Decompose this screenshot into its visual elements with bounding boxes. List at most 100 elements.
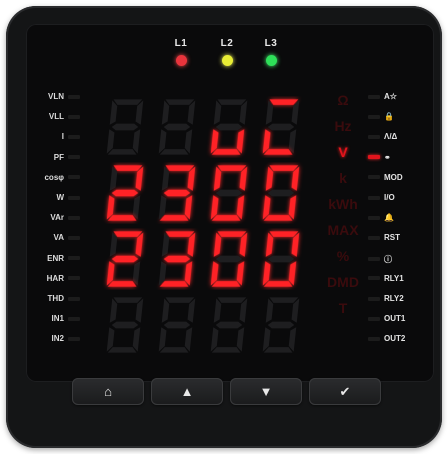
segment bbox=[159, 149, 189, 155]
function-label: 🔒 bbox=[368, 112, 428, 121]
param-indicator bbox=[68, 235, 80, 240]
param-label: VLL bbox=[30, 112, 80, 121]
param-label: THD bbox=[30, 294, 80, 303]
param-text: W bbox=[56, 193, 64, 202]
segment bbox=[211, 347, 241, 353]
param-indicator bbox=[68, 256, 80, 261]
phase-led-l3: L3 bbox=[256, 38, 286, 66]
segment bbox=[184, 195, 193, 220]
param-indicator bbox=[68, 155, 80, 160]
segment bbox=[236, 195, 245, 220]
segment bbox=[109, 100, 118, 125]
segment bbox=[288, 327, 297, 352]
param-text: VLL bbox=[48, 112, 64, 122]
segment bbox=[267, 123, 295, 131]
segment bbox=[263, 281, 293, 287]
enter-button[interactable]: ✔ bbox=[309, 378, 381, 405]
segment bbox=[163, 255, 191, 263]
param-text: HAR bbox=[46, 273, 64, 283]
up-button[interactable]: ▲ bbox=[151, 378, 223, 405]
phase-label: L1 bbox=[174, 38, 188, 49]
segment bbox=[263, 149, 293, 155]
function-indicator bbox=[368, 155, 380, 160]
segment bbox=[269, 231, 299, 237]
function-label: I/O bbox=[368, 193, 428, 202]
segment bbox=[267, 255, 295, 263]
phase-led-l2: L2 bbox=[212, 38, 242, 66]
unit-indicator: MAX bbox=[327, 222, 359, 238]
segment bbox=[236, 129, 245, 154]
seven-segment-digit bbox=[262, 297, 300, 353]
function-label: RLY2 bbox=[368, 294, 428, 303]
home-icon: ⌂ bbox=[104, 384, 112, 399]
function-text: ⓘ bbox=[384, 254, 392, 264]
seven-segment-digit bbox=[158, 231, 196, 287]
function-text: OUT1 bbox=[384, 314, 406, 324]
param-indicator bbox=[68, 276, 80, 281]
param-label: HAR bbox=[30, 274, 80, 283]
segment bbox=[159, 215, 189, 221]
function-text: OUT2 bbox=[384, 334, 406, 344]
segment bbox=[236, 261, 245, 286]
segment bbox=[109, 232, 118, 257]
status-led-icon bbox=[175, 55, 187, 66]
segment bbox=[132, 129, 141, 154]
function-indicator bbox=[368, 296, 380, 301]
segment bbox=[267, 321, 295, 329]
seven-segment-digit bbox=[106, 99, 144, 155]
param-label: VA bbox=[30, 233, 80, 242]
seven-segment-digit bbox=[210, 297, 248, 353]
param-label: VLN bbox=[30, 92, 80, 101]
function-label: MOD bbox=[368, 173, 428, 182]
function-indicator bbox=[368, 316, 380, 321]
seven-segment-digit bbox=[262, 165, 300, 221]
function-text: RLY1 bbox=[384, 273, 404, 283]
param-label: ENR bbox=[30, 254, 80, 263]
param-indicator bbox=[68, 114, 80, 119]
segment bbox=[107, 347, 137, 353]
status-led-icon bbox=[221, 55, 233, 66]
seven-segment-digit bbox=[158, 165, 196, 221]
function-label: 🔔 bbox=[368, 213, 428, 222]
segment bbox=[184, 129, 193, 154]
segment bbox=[111, 123, 139, 131]
param-label: W bbox=[30, 193, 80, 202]
seven-segment-digit bbox=[262, 99, 300, 155]
segment bbox=[184, 261, 193, 286]
segment bbox=[109, 166, 118, 191]
function-label: ⚭ bbox=[368, 153, 428, 162]
home-button[interactable]: ⌂ bbox=[72, 378, 144, 405]
function-label: Λ/Δ bbox=[368, 132, 428, 141]
param-text: PF bbox=[53, 152, 64, 162]
phase-label: L3 bbox=[264, 38, 278, 49]
segment bbox=[184, 327, 193, 352]
segment bbox=[165, 231, 195, 237]
segment bbox=[269, 165, 299, 171]
segment bbox=[111, 189, 139, 197]
segment bbox=[288, 195, 297, 220]
display-row-2 bbox=[100, 162, 306, 224]
segment bbox=[165, 165, 195, 171]
param-indicator bbox=[68, 316, 80, 321]
function-indicator bbox=[368, 215, 380, 220]
segment bbox=[107, 281, 137, 287]
param-text: ENR bbox=[47, 253, 64, 263]
segment bbox=[213, 100, 222, 125]
phase-led-l1: L1 bbox=[166, 38, 196, 66]
down-button[interactable]: ▼ bbox=[230, 378, 302, 405]
segment bbox=[132, 327, 141, 352]
segment bbox=[165, 297, 195, 303]
segment bbox=[213, 298, 222, 323]
segment bbox=[217, 231, 247, 237]
param-indicator bbox=[68, 175, 80, 180]
seven-segment-digit bbox=[158, 99, 196, 155]
display-row-4 bbox=[100, 294, 306, 356]
segment bbox=[161, 100, 170, 125]
segment bbox=[267, 189, 295, 197]
seven-segment-digit bbox=[106, 297, 144, 353]
segment bbox=[113, 165, 143, 171]
segment bbox=[211, 149, 241, 155]
segment bbox=[113, 99, 143, 105]
segment bbox=[107, 149, 137, 155]
segment bbox=[163, 321, 191, 329]
